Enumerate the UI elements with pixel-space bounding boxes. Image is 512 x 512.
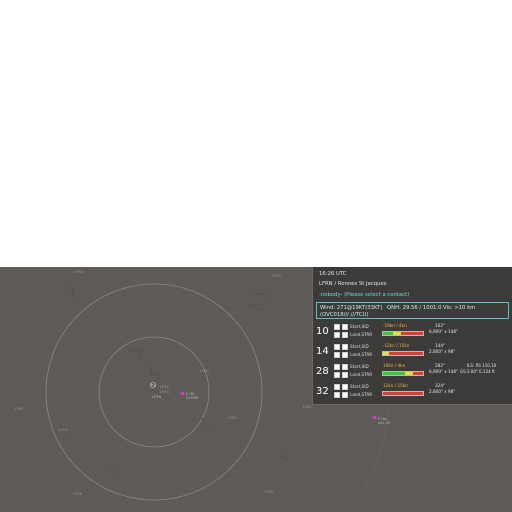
star-label: Land,STAR (350, 392, 373, 397)
terrain-features (59, 286, 288, 475)
runway-heading: 324° (435, 383, 446, 388)
ils-frequency: ILS: RS 110.10 (467, 363, 497, 368)
map-label-10: LFRF (160, 385, 169, 389)
runway-10-start-checkbox[interactable] (334, 324, 340, 330)
map-label-2: LFRI (15, 407, 23, 411)
range-ring-outer (45, 283, 263, 501)
runway-row-10: 10 Start,SID Land,STAR -19kn / 4kn 102° … (313, 323, 512, 343)
runway-dimensions: 2,800" x 98" (429, 349, 456, 354)
runway-28-start-checkbox-2[interactable] (342, 364, 348, 370)
airport-symbol[interactable] (149, 382, 157, 388)
map-label-6: LFRS (228, 416, 238, 420)
map-label-5: LFRA (265, 490, 274, 494)
wind-info: Wind: 271@19KT(33KT) (320, 305, 383, 311)
utc-time: 16:26 UTC (319, 271, 347, 277)
runway-32-start-checkbox[interactable] (334, 384, 340, 390)
runway-14-start-checkbox-2[interactable] (342, 344, 348, 350)
runway-14-start-checkbox[interactable] (334, 344, 340, 350)
map-label-0: LFRR (74, 270, 84, 274)
crosswind-bar (382, 391, 424, 396)
map-label-1: LFRZ (272, 274, 282, 278)
runway-32-start-checkbox-2[interactable] (342, 384, 348, 390)
map-label-8: LFRV (200, 369, 209, 373)
runway-number: 10 (316, 326, 329, 337)
runway-28-start-checkbox[interactable] (334, 364, 340, 370)
runway-28-land-checkbox[interactable] (334, 372, 340, 378)
wind-components: -12kn / 15kn (383, 343, 410, 348)
runway-number: 28 (316, 366, 329, 377)
runway-heading: 144° (435, 343, 446, 348)
aircraft-target-1[interactable]: F-GK 018 85 (181, 392, 199, 400)
visibility-info: Vis: >10 km (443, 305, 476, 311)
cloud-info: (OVC018/// ///TCU) (320, 312, 369, 318)
crosswind-bar (382, 331, 424, 336)
runway-heading: 102° (435, 323, 446, 328)
wind-components: 12kn / 15kn (383, 383, 408, 388)
runway-10-land-checkbox-2[interactable] (342, 332, 348, 338)
center-airport-label: LFRN (152, 395, 162, 399)
runway-row-32: 32 Start,SID Land,STAR 12kn / 15kn 324° … (313, 383, 512, 403)
runway-14-land-checkbox-2[interactable] (342, 352, 348, 358)
airport-name: LFRN / Rennes St Jacques (319, 281, 387, 287)
runway-32-land-checkbox-2[interactable] (342, 392, 348, 398)
crosswind-bar (382, 371, 424, 376)
qnh-info: QNH: 29.56 / 1001.0 (387, 305, 442, 311)
runway-10-land-checkbox[interactable] (334, 332, 340, 338)
runway-10-start-checkbox-2[interactable] (342, 324, 348, 330)
runway-28-land-checkbox-2[interactable] (342, 372, 348, 378)
wind-components: 19kn / 4kn (383, 363, 406, 368)
sid-label: Start,SID (350, 324, 369, 329)
runway-dimensions: 6,900" x 148" (429, 369, 458, 374)
map-label-11: LFRG (160, 390, 170, 394)
sid-label: Start,SID (350, 384, 369, 389)
wind-components: -19kn / 4kn (383, 323, 407, 328)
runway-dimensions: 2,800" x 98" (429, 389, 456, 394)
runway-row-28: 28 Start,SID Land,STAR 19kn / 4kn 282° 6… (313, 363, 512, 383)
crosswind-bar (382, 351, 424, 356)
star-label: Land,STAR (350, 332, 373, 337)
aircraft-1-info: 018 85 (186, 396, 199, 400)
star-label: Land,STAR (350, 372, 373, 377)
glideslope-info: GS:3.00° E:124 ft (460, 369, 495, 374)
weather-box: Wind: 271@19KT(33KT) QNH: 29.56 / 1001.0… (316, 302, 509, 319)
controller-selector[interactable]: -nobody- (Please select a contact) (319, 292, 409, 298)
runway-number: 14 (316, 346, 329, 357)
runway-dimensions: 6,900" x 148" (429, 329, 458, 334)
star-label: Land,STAR (350, 352, 373, 357)
runway-14-land-checkbox[interactable] (334, 352, 340, 358)
map-label-4: LFRK (73, 492, 83, 496)
map-label-7: LFRL (303, 405, 312, 409)
sid-label: Start,SID (350, 364, 369, 369)
runway-32-land-checkbox[interactable] (334, 392, 340, 398)
aircraft-2-info: 041 92 (378, 421, 391, 425)
airport-info-panel: 16:26 UTC LFRN / Rennes St Jacques -nobo… (312, 267, 512, 405)
sid-label: Start,SID (350, 344, 369, 349)
map-label-3: LFRD (58, 428, 68, 432)
runway-heading: 282° (435, 363, 446, 368)
runway-row-14: 14 Start,SID Land,STAR -12kn / 15kn 144°… (313, 343, 512, 363)
runway-number: 32 (316, 386, 329, 397)
